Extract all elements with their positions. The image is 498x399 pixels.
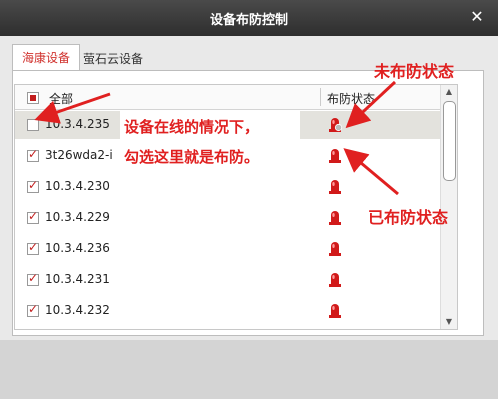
alarm-armed-icon (329, 242, 341, 256)
alarm-armed-icon (329, 304, 341, 318)
annotation-unarmed: 未布防状态 (374, 62, 455, 81)
device-name: 10.3.4.230 (45, 179, 110, 193)
table-row[interactable]: 10.3.4.232 (15, 297, 457, 325)
alarm-armed-icon (329, 273, 341, 287)
select-all-label: 全部 (49, 92, 74, 106)
list-header: 全部 布防状态 (15, 85, 457, 110)
table-row[interactable]: 10.3.4.233 (15, 328, 457, 329)
arm-checkbox[interactable] (27, 209, 39, 224)
arm-checkbox[interactable] (27, 178, 39, 193)
alarm-unarmed-icon (329, 118, 343, 132)
window-title: 设备布防控制 (209, 13, 288, 28)
annotation-main-line1: 设备在线的情况下， (124, 118, 260, 136)
close-icon[interactable]: ✕ (466, 6, 488, 28)
alarm-armed-icon (329, 211, 341, 225)
device-name: 10.3.4.232 (45, 303, 110, 317)
device-name: 10.3.4.229 (45, 210, 110, 224)
scroll-up-arrow-icon[interactable]: ▲ (441, 85, 457, 99)
table-row[interactable]: 10.3.4.231 (15, 266, 457, 294)
arm-checkbox[interactable] (27, 147, 39, 162)
device-name: 10.3.4.231 (45, 272, 110, 286)
title-bar: 设备布防控制 ✕ (0, 0, 498, 36)
alarm-armed-icon (329, 149, 341, 163)
status-column-header: 布防状态 (327, 92, 376, 106)
arm-checkbox[interactable] (27, 271, 39, 286)
table-row[interactable]: 10.3.4.230 (15, 173, 457, 201)
scroll-down-arrow-icon[interactable]: ▼ (441, 315, 457, 329)
device-name: 10.3.4.235 (45, 117, 110, 131)
arm-checkbox[interactable] (27, 240, 39, 255)
tab-ezviz-cloud-devices[interactable]: 萤石云设备 (80, 46, 146, 72)
device-name: 10.3.4.236 (45, 241, 110, 255)
dialog-footer (0, 340, 498, 399)
device-name: 3t26wda2-i (45, 148, 113, 162)
alarm-armed-icon (329, 180, 341, 194)
annotation-main-line2: 勾选这里就是布防。 (124, 148, 260, 166)
tab-hikvision-devices[interactable]: 海康设备 (12, 44, 80, 71)
table-row[interactable]: 10.3.4.236 (15, 235, 457, 263)
arm-checkbox[interactable] (27, 119, 39, 131)
scrollbar-thumb[interactable] (443, 101, 456, 181)
column-divider (320, 88, 321, 106)
arm-checkbox[interactable] (27, 302, 39, 317)
select-all-checkbox[interactable] (27, 92, 39, 104)
annotation-armed: 已布防状态 (368, 208, 449, 227)
